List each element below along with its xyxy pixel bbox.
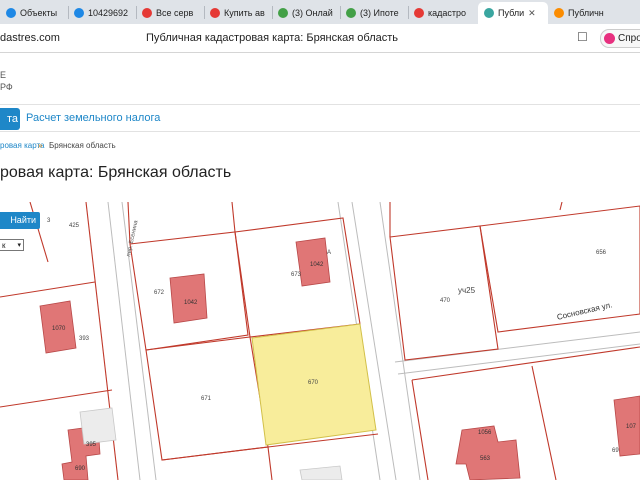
parcel-boundary	[161, 446, 273, 480]
tab-favicon-icon	[554, 8, 564, 18]
parcel-label[interactable]: уч25	[458, 286, 475, 295]
parcel-boundary	[0, 281, 96, 298]
parcel-boundary	[531, 365, 557, 480]
parcel-boundary	[411, 346, 640, 381]
tab-separator	[68, 6, 69, 19]
browser-tab[interactable]: кадастро	[414, 2, 472, 24]
structure-small	[299, 465, 343, 480]
tab-favicon-icon	[346, 8, 356, 18]
close-tab-icon[interactable]: ✕	[528, 8, 536, 19]
cadastral-map[interactable]: 425 3 672 673 А 470 уч25 656 393 671 670…	[0, 202, 640, 480]
browser-tab[interactable]: (3) Онлай	[278, 2, 336, 24]
tab-separator	[136, 6, 137, 19]
road-edge	[379, 202, 421, 480]
building-label: 1042	[184, 300, 198, 306]
nav-item-map[interactable]: та	[0, 108, 20, 130]
profile-button[interactable]: Спро	[600, 29, 640, 48]
map-select-value: к	[2, 241, 6, 250]
chevron-down-icon: ▾	[17, 242, 21, 249]
parcel-boundary	[389, 225, 499, 361]
browser-tab[interactable]: Публи ✕	[478, 2, 548, 24]
tab-separator	[408, 6, 409, 19]
map-select[interactable]: к ▾	[0, 239, 24, 251]
building-1042-left	[169, 273, 208, 324]
search-button[interactable]: Найти	[0, 212, 40, 229]
parcel-label[interactable]: 656	[596, 250, 606, 256]
structure-395	[79, 407, 117, 445]
map-canvas[interactable]	[0, 202, 640, 480]
browser-tab[interactable]: Объекты	[6, 2, 64, 24]
tab-separator	[272, 6, 273, 19]
tab-label: (3) Онлай	[292, 8, 333, 18]
browser-tab[interactable]: 10429692	[74, 2, 132, 24]
tab-label: кадастро	[428, 8, 467, 18]
parcel-boundary	[29, 202, 49, 263]
nav-divider	[0, 131, 640, 132]
road-edge	[121, 202, 157, 480]
bookmark-icon[interactable]: ☐	[577, 30, 588, 44]
parcel-label[interactable]: 671	[201, 396, 211, 402]
site-logo-line1[interactable]: E	[0, 70, 6, 80]
parcel-label[interactable]: 425	[69, 223, 79, 229]
url-field[interactable]: dastres.com	[0, 32, 60, 44]
profile-label: Спро	[618, 33, 640, 44]
page-heading: ровая карта: Брянская область	[0, 164, 232, 181]
tab-label: (3) Ипоте	[360, 8, 399, 18]
browser-tab[interactable]: (3) Ипоте	[346, 2, 404, 24]
building-label: 1070	[52, 326, 66, 332]
browser-tab[interactable]: Публичн	[554, 2, 614, 24]
building-label: 1056	[478, 430, 492, 436]
building-label: 107	[626, 424, 637, 430]
page-title-in-bar: Публичная кадастровая карта: Брянская об…	[146, 32, 399, 44]
road-edge	[394, 331, 640, 363]
parcel-label[interactable]: 69	[612, 448, 619, 454]
browser-tab[interactable]: Все серв	[142, 2, 200, 24]
parcel-boundary	[0, 389, 113, 408]
road-edge	[397, 343, 640, 375]
tab-favicon-icon	[278, 8, 288, 18]
building-label: 690	[75, 466, 86, 472]
browser-tab[interactable]: Купить ав	[210, 2, 268, 24]
tab-favicon-icon	[484, 8, 494, 18]
tab-label: 10429692	[88, 8, 129, 18]
parcel-boundary	[231, 202, 236, 233]
parcel-label[interactable]: 3	[47, 218, 50, 224]
parcel-label[interactable]: 672	[154, 290, 164, 296]
parcel-boundary	[559, 202, 563, 211]
parcel-label-selected[interactable]: 670	[308, 380, 318, 386]
tab-separator	[204, 6, 205, 19]
building-label: 563	[480, 456, 491, 462]
parcel-label[interactable]: А	[327, 250, 331, 256]
parcel-label[interactable]: 470	[440, 298, 450, 304]
building-label: 1042	[310, 262, 324, 268]
tab-label: Публичн	[568, 8, 604, 18]
parcel-boundary	[411, 379, 429, 480]
tab-favicon-icon	[210, 8, 220, 18]
tab-label: Публи	[498, 8, 525, 18]
address-bar: dastres.com Публичная кадастровая карта:…	[0, 24, 640, 53]
header-divider	[0, 104, 640, 105]
parcel-label[interactable]: 673	[291, 272, 301, 278]
tab-favicon-icon	[142, 8, 152, 18]
tab-label: Все серв	[156, 8, 194, 18]
tab-favicon-icon	[414, 8, 424, 18]
building-label: 395	[86, 442, 97, 448]
site-logo-line2[interactable]: РФ	[0, 82, 13, 92]
tab-label: Купить ав	[224, 8, 265, 18]
browser-tab-strip: Объекты 10429692 Все серв Купить ав (3) Онла…	[0, 0, 640, 24]
breadcrumb-separator: »	[38, 141, 43, 150]
parcel-label[interactable]: 393	[79, 336, 89, 342]
breadcrumb-current: Брянская область	[49, 141, 116, 150]
tab-favicon-icon	[74, 8, 84, 18]
nav-item-land-tax[interactable]: Расчет земельного налога	[26, 112, 160, 124]
tab-separator	[340, 6, 341, 19]
tab-label: Объекты	[20, 8, 58, 18]
tab-favicon-icon	[6, 8, 16, 18]
profile-icon	[604, 33, 615, 44]
